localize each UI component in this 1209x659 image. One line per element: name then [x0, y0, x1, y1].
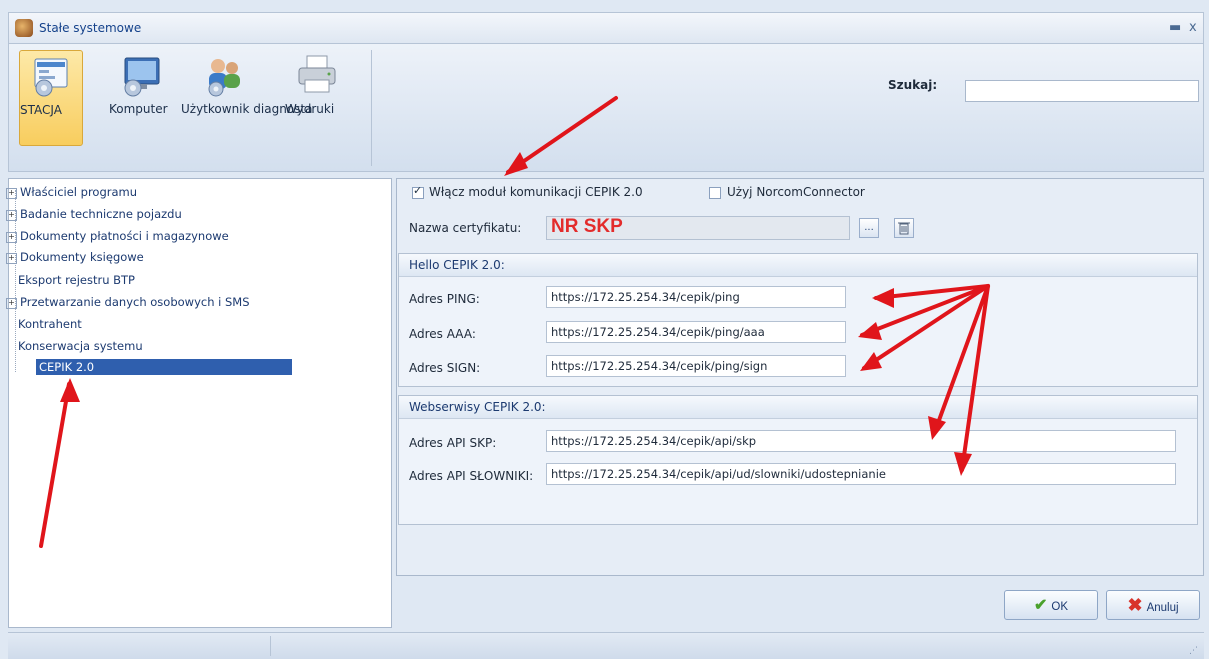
- ribbon-separator: [371, 50, 372, 166]
- tree-item-contractor[interactable]: Kontrahent: [18, 317, 82, 331]
- app-icon: [15, 19, 33, 37]
- search-input[interactable]: [965, 80, 1199, 102]
- computer-button[interactable]: Komputer: [109, 50, 173, 146]
- cert-value: NR SKP: [551, 216, 623, 237]
- station-button[interactable]: STACJA: [19, 50, 83, 146]
- tree-item-btp-export[interactable]: Eksport rejestru BTP: [18, 273, 135, 287]
- tree-item-cepik[interactable]: CEPIK 2.0: [36, 359, 292, 375]
- sign-label: Adres SIGN:: [409, 361, 481, 375]
- webservices-group-title: Webserwisy CEPIK 2.0:: [409, 400, 546, 414]
- expand-icon[interactable]: +: [6, 232, 17, 243]
- printer-icon: [295, 54, 339, 98]
- expand-icon[interactable]: +: [6, 253, 17, 264]
- printouts-button[interactable]: Wydruki: [285, 50, 349, 146]
- window-title: Stałe systemowe: [39, 21, 142, 35]
- system-constants-window: Stałe systemowe ▬ x STACJA Komputer Użyt…: [0, 0, 1209, 659]
- status-bar-divider: [270, 636, 271, 656]
- hello-cepik-group-title: Hello CEPIK 2.0:: [409, 258, 505, 272]
- tree-item-payment-documents[interactable]: + Dokumenty płatności i magazynowe: [6, 229, 229, 243]
- ping-label: Adres PING:: [409, 292, 480, 306]
- enable-cepik-checkbox[interactable]: [412, 184, 424, 199]
- cancel-button[interactable]: ✖ Anuluj: [1106, 590, 1200, 620]
- sign-field[interactable]: [546, 355, 846, 377]
- minimize-button[interactable]: ▬: [1169, 20, 1181, 35]
- checkmark-icon: ✔: [1033, 597, 1048, 614]
- tree-item-owner[interactable]: + Właściciel programu: [6, 185, 137, 199]
- aaa-label: Adres AAA:: [409, 327, 476, 341]
- search-label: Szukaj:: [888, 78, 938, 92]
- tree-item-accounting-documents[interactable]: + Dokumenty księgowe: [6, 250, 144, 264]
- expand-icon[interactable]: +: [6, 188, 17, 199]
- red-x-icon: ✖: [1127, 594, 1143, 615]
- status-bar: ⋰: [8, 632, 1204, 659]
- tree-item-vehicle-inspection[interactable]: + Badanie techniczne pojazdu: [6, 207, 182, 221]
- api-skp-field[interactable]: [546, 430, 1176, 452]
- close-button[interactable]: x: [1189, 20, 1197, 35]
- ok-button[interactable]: ✔ OK: [1004, 590, 1098, 620]
- webservices-group-header: Webserwisy CEPIK 2.0:: [399, 396, 1197, 419]
- norcom-label: Użyj NorcomConnector: [727, 185, 865, 199]
- title-bar: Stałe systemowe ▬ x: [8, 12, 1204, 44]
- hello-cepik-group-header: Hello CEPIK 2.0:: [399, 254, 1197, 277]
- tree-item-system-maintenance[interactable]: Konserwacja systemu: [18, 339, 143, 353]
- browse-cert-button[interactable]: ...: [859, 218, 879, 238]
- trash-icon: [898, 222, 910, 235]
- users-settings-icon: [202, 54, 246, 98]
- cert-label: Nazwa certyfikatu:: [409, 221, 522, 235]
- api-skp-label: Adres API SKP:: [409, 436, 497, 450]
- ping-field[interactable]: [546, 286, 846, 308]
- station-settings-icon: [29, 55, 73, 99]
- settings-tree: [8, 178, 392, 628]
- user-diagnostician-button[interactable]: Użytkownik diagnosta: [181, 50, 312, 146]
- aaa-field[interactable]: [546, 321, 846, 343]
- computer-label: Komputer: [109, 102, 168, 116]
- tree-item-personal-data-sms[interactable]: + Przetwarzanie danych osobowych i SMS: [6, 295, 250, 309]
- norcom-checkbox[interactable]: [709, 187, 721, 199]
- webservices-group: Webserwisy CEPIK 2.0:: [398, 395, 1198, 525]
- resize-grip-icon[interactable]: ⋰: [1189, 646, 1198, 656]
- ribbon: STACJA Komputer Użytkownik diagnosta Wyd…: [8, 44, 1204, 172]
- printouts-label: Wydruki: [285, 102, 335, 116]
- computer-settings-icon: [119, 54, 163, 98]
- station-label: STACJA: [20, 103, 62, 117]
- enable-cepik-label: Włącz moduł komunikacji CEPIK 2.0: [429, 185, 643, 199]
- api-slowniki-label: Adres API SŁOWNIKI:: [409, 469, 534, 483]
- api-slowniki-field[interactable]: [546, 463, 1176, 485]
- expand-icon[interactable]: +: [6, 210, 17, 221]
- expand-icon[interactable]: +: [6, 298, 17, 309]
- delete-cert-button[interactable]: [894, 218, 914, 238]
